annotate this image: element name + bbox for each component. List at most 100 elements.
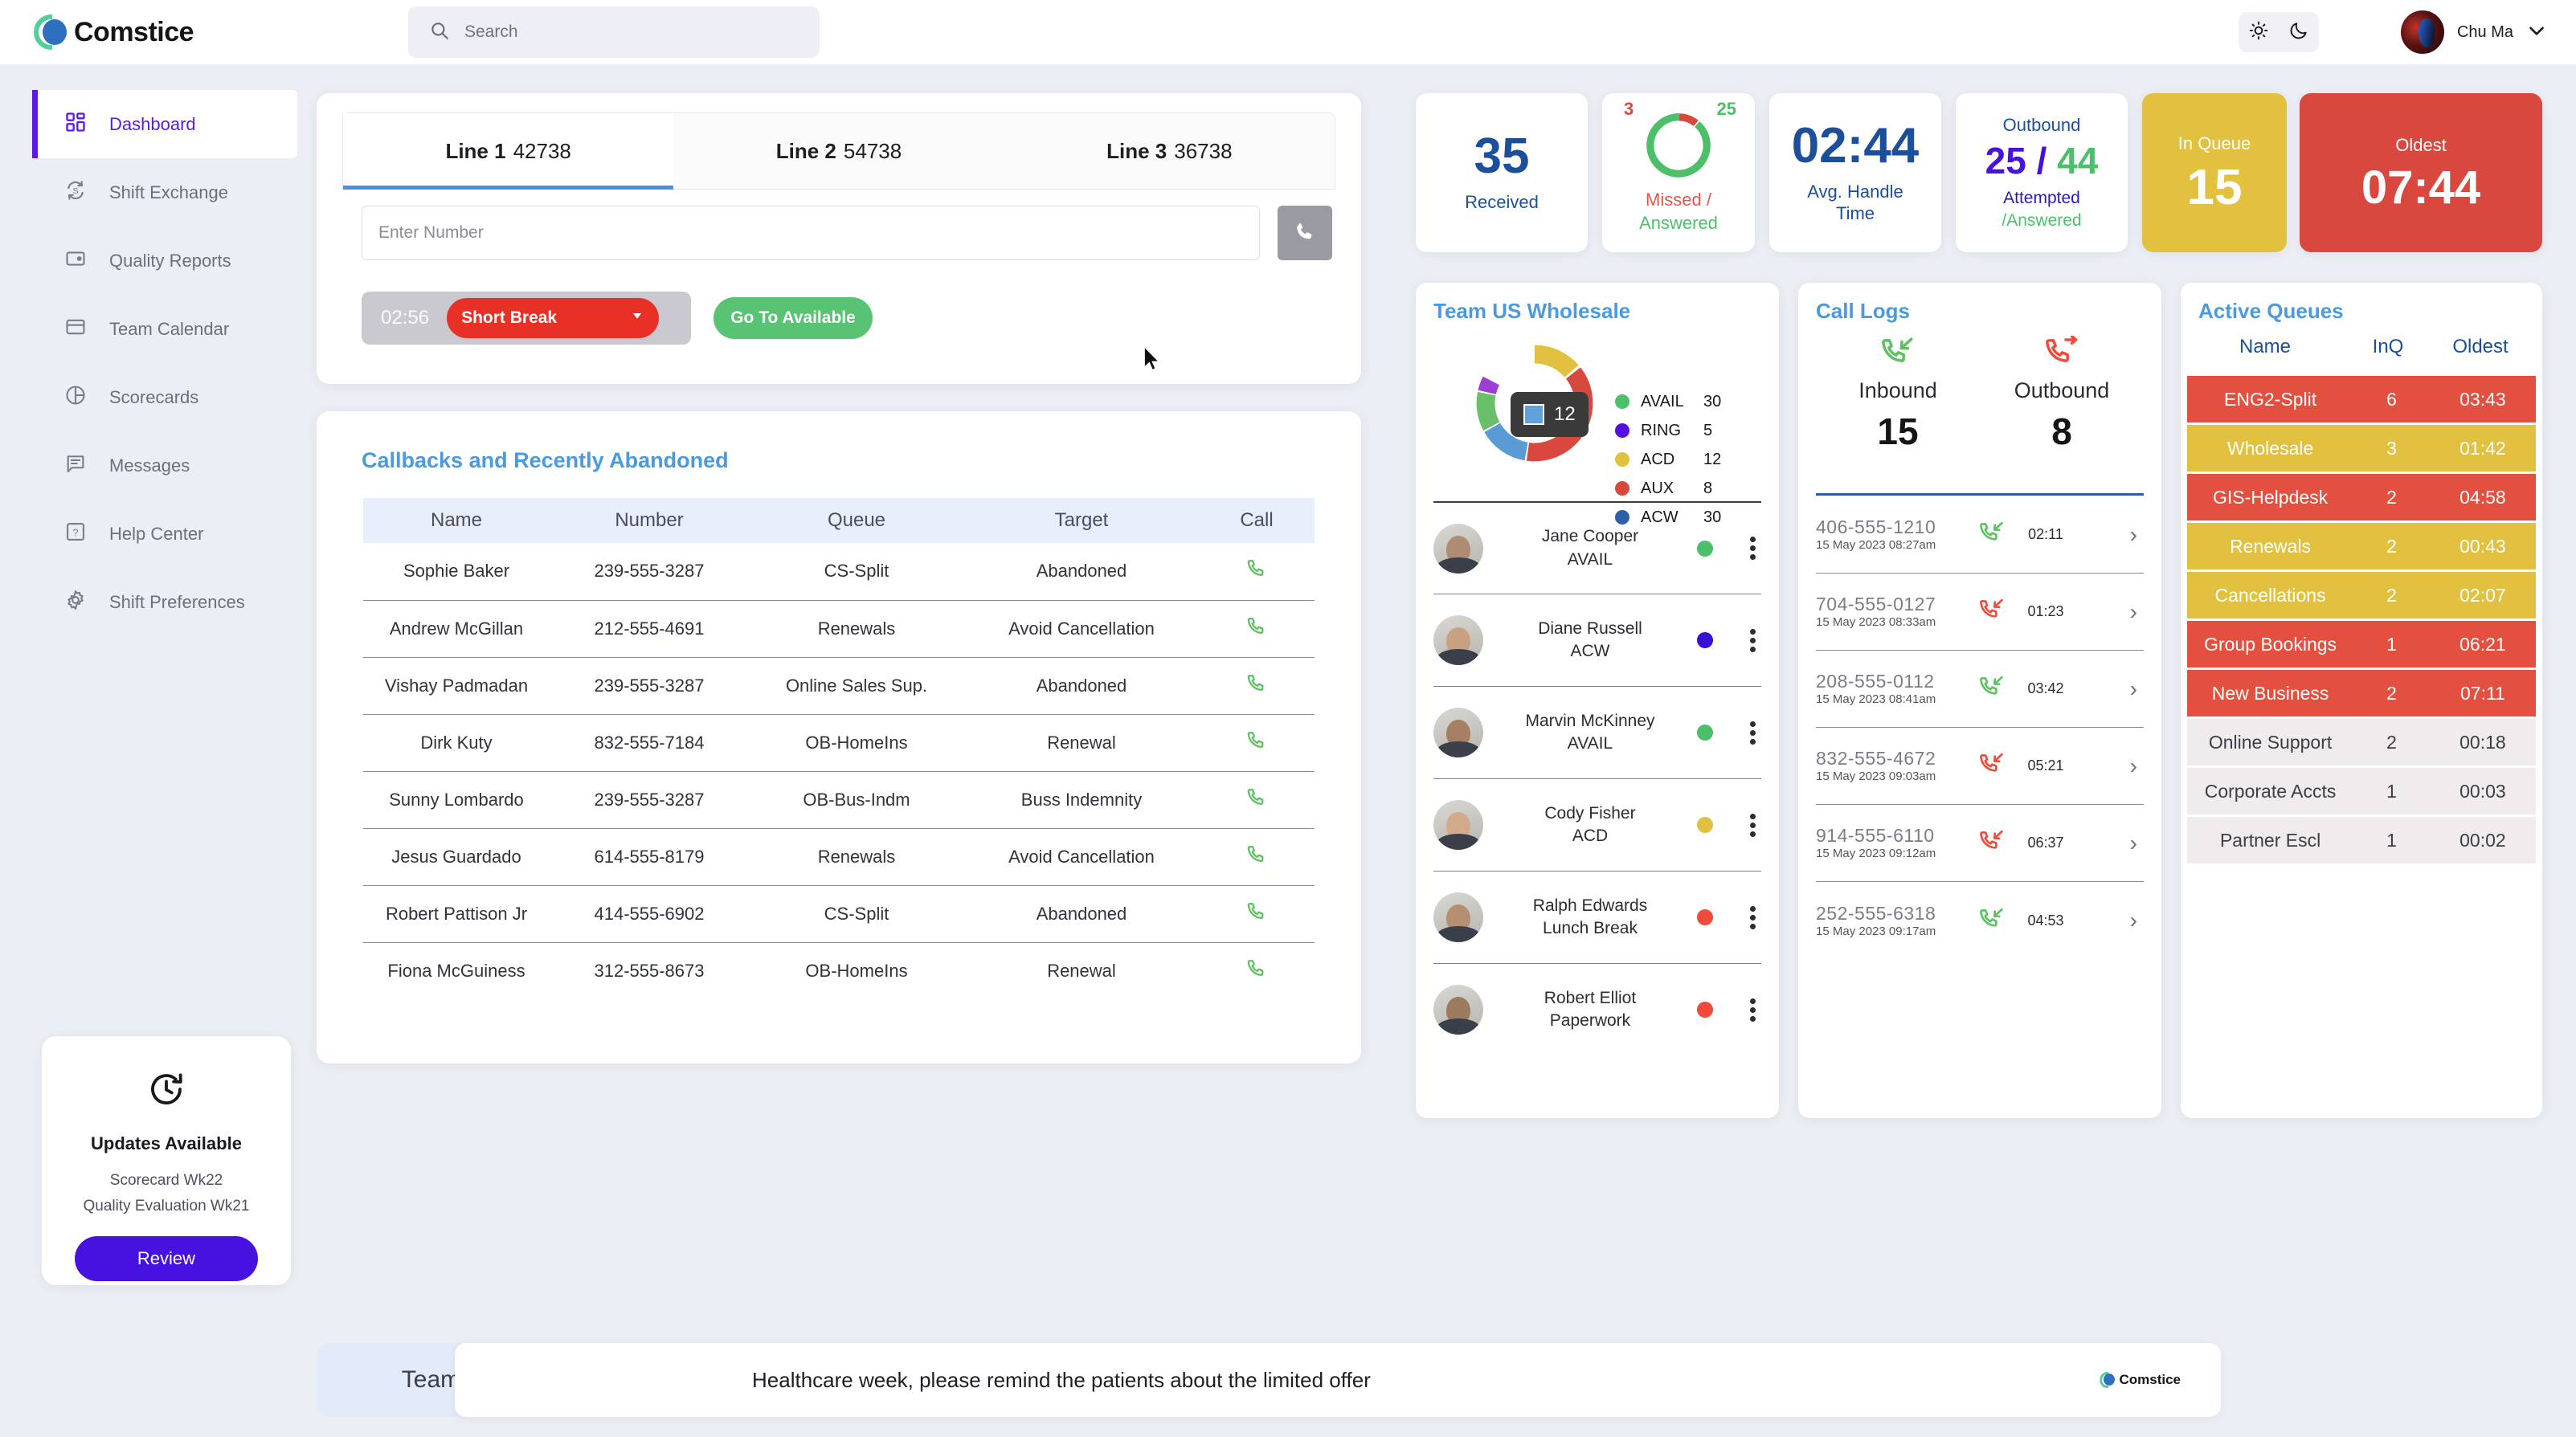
chevron-right-icon[interactable]: › [2076,522,2144,548]
queues-col-oldest: Oldest [2452,336,2509,357]
call-log-row[interactable]: 208-555-0112 15 May 2023 08:41am 03:42 › [1816,651,2144,728]
agent-more-menu-icon[interactable] [1750,718,1756,748]
go-to-available-button[interactable]: Go To Available [714,297,873,339]
queue-row[interactable]: Group Bookings 1 06:21 [2187,621,2536,667]
call-log-row[interactable]: 406-555-1210 15 May 2023 08:27am 02:11 › [1816,496,2144,574]
chevron-down-icon[interactable] [2526,20,2547,45]
legend-value: 8 [1703,479,1713,497]
agent-row[interactable]: Robert Elliot Paperwork [1433,963,1761,1055]
agent-row[interactable]: Diane Russell ACW [1433,594,1761,686]
queue-row[interactable]: ENG2-Split 6 03:43 [2187,376,2536,423]
kpi-received-value: 35 [1474,129,1530,185]
table-row: Robert Pattison Jr 414-555-6902 CS-Split Ab… [363,885,1315,943]
call-row-button[interactable] [1199,828,1315,886]
sidebar-item-messages[interactable]: Messages [32,431,297,500]
chevron-right-icon[interactable]: › [2076,753,2144,779]
call-log-duration: 06:37 [2027,835,2064,851]
cell-name: Fiona McGuiness [387,960,525,981]
kpi-aht-value: 02:44 [1791,117,1920,174]
agent-more-menu-icon[interactable] [1750,903,1756,933]
call-log-meta: 406-555-1210 15 May 2023 08:27am [1816,516,1969,553]
team-panel: Team US Wholesale 12 AVAIL 30 RING 5 ACD 12 AU… [1416,283,1779,1118]
agent-more-menu-icon[interactable] [1750,810,1756,840]
agent-row[interactable]: Marvin McKinney AVAIL [1433,686,1761,778]
agent-name: Cody Fisher [1544,803,1636,823]
call-log-time: 15 May 2023 08:33am [1816,615,1936,629]
sidebar-item-shift-exchange[interactable]: S Shift Exchange [32,158,297,227]
call-log-row[interactable]: 914-555-6110 15 May 2023 09:12am 06:37 › [1816,805,2144,882]
sidebar-item-scorecards[interactable]: Scorecards [32,363,297,431]
agent-more-menu-icon[interactable] [1750,533,1756,563]
agent-state: Paperwork [1549,1011,1631,1030]
agent-row[interactable]: Jane Cooper AVAIL [1433,501,1761,594]
call-row-button[interactable] [1199,942,1315,999]
queue-row[interactable]: Online Support 2 00:18 [2187,719,2536,765]
theme-toggle[interactable] [2239,12,2319,52]
queue-row[interactable]: Partner Escl 1 00:02 [2187,817,2536,863]
status-dropdown[interactable]: Short Break [447,298,660,338]
phone-icon [1246,959,1267,983]
queue-oldest: 01:42 [2459,437,2506,459]
search-bar[interactable] [408,6,820,58]
phone-icon [1246,731,1267,755]
call-log-number: 704-555-0127 [1816,594,1936,614]
chevron-right-icon[interactable]: › [2076,908,2144,933]
phone-number-input[interactable] [362,206,1260,260]
status-timer: 02:56 [381,307,430,329]
agent-row[interactable]: Ralph Edwards Lunch Break [1433,871,1761,963]
tab-line-2[interactable]: Line 2 54738 [673,113,1004,189]
sun-icon[interactable] [2248,20,2269,45]
agent-more-menu-icon[interactable] [1750,626,1756,655]
kpi-oldest-label: Oldest [2395,135,2447,156]
report-icon [64,247,87,275]
cell-number: 239-555-3287 [550,543,749,601]
tab-line-3[interactable]: Line 3 36738 [1004,113,1335,189]
call-row-button[interactable] [1199,600,1315,658]
call-row-button[interactable] [1199,543,1315,601]
sidebar-item-team-calendar[interactable]: Team Calendar [32,295,297,363]
chevron-right-icon[interactable]: › [2076,599,2144,625]
chevron-right-icon[interactable]: › [2076,831,2144,856]
user-menu[interactable]: Chu Ma [2400,6,2547,58]
queue-row[interactable]: GIS-Helpdesk 2 04:58 [2187,474,2536,521]
sidebar-item-dashboard[interactable]: Dashboard [32,90,297,158]
agent-name: Diane Russell [1538,618,1642,638]
sidebar-item-shift-preferences[interactable]: Shift Preferences [32,568,297,636]
queue-name: Cancellations [2214,584,2326,606]
tooltip-value: 12 [1554,403,1576,425]
top-bar: Comstice Chu Ma [0,0,2576,64]
moon-icon[interactable] [2288,20,2309,45]
queue-row[interactable]: Cancellations 2 02:07 [2187,572,2536,618]
queue-row[interactable]: Corporate Accts 1 00:03 [2187,768,2536,814]
call-row-button[interactable] [1199,714,1315,772]
call-log-row[interactable]: 252-555-6318 15 May 2023 09:17am 04:53 › [1816,882,2144,959]
call-log-row[interactable]: 832-555-4672 15 May 2023 09:03am 05:21 › [1816,728,2144,805]
app-logo[interactable]: Comstice [34,14,194,50]
search-input[interactable] [464,22,799,42]
queue-row[interactable]: Renewals 2 00:43 [2187,523,2536,569]
dial-call-button[interactable] [1278,206,1332,260]
agent-more-menu-icon[interactable] [1750,995,1756,1025]
phone-icon [1293,220,1317,247]
gear-icon [64,589,87,616]
sidebar-item-help-center[interactable]: ? Help Center [32,500,297,568]
kpi-in-queue-value: 15 [2186,159,2243,215]
queue-row[interactable]: Wholesale 3 01:42 [2187,425,2536,472]
sidebar-item-quality-reports[interactable]: Quality Reports [32,227,297,295]
call-log-row[interactable]: 704-555-0127 15 May 2023 08:33am 01:23 › [1816,574,2144,651]
legend-label: AUX [1641,479,1674,497]
queue-row[interactable]: New Business 2 07:11 [2187,670,2536,716]
cell-number: 614-555-8179 [550,828,749,886]
agent-row[interactable]: Cody Fisher ACD [1433,778,1761,871]
donut-tooltip: 12 [1511,392,1589,437]
review-button[interactable]: Review [75,1236,258,1281]
cell-number: 832-555-7184 [550,714,749,772]
chevron-right-icon[interactable]: › [2076,676,2144,702]
call-row-button[interactable] [1199,885,1315,943]
tab-line-1[interactable]: Line 1 42738 [343,113,674,190]
call-row-button[interactable] [1199,657,1315,715]
col-name: Name [363,498,550,543]
queues-list: ENG2-Split 6 03:43 Wholesale 3 01:42 GIS-Helpd… [2187,376,2536,866]
outbound-sub-answered: /Answered [2002,210,2082,230]
call-row-button[interactable] [1199,771,1315,829]
